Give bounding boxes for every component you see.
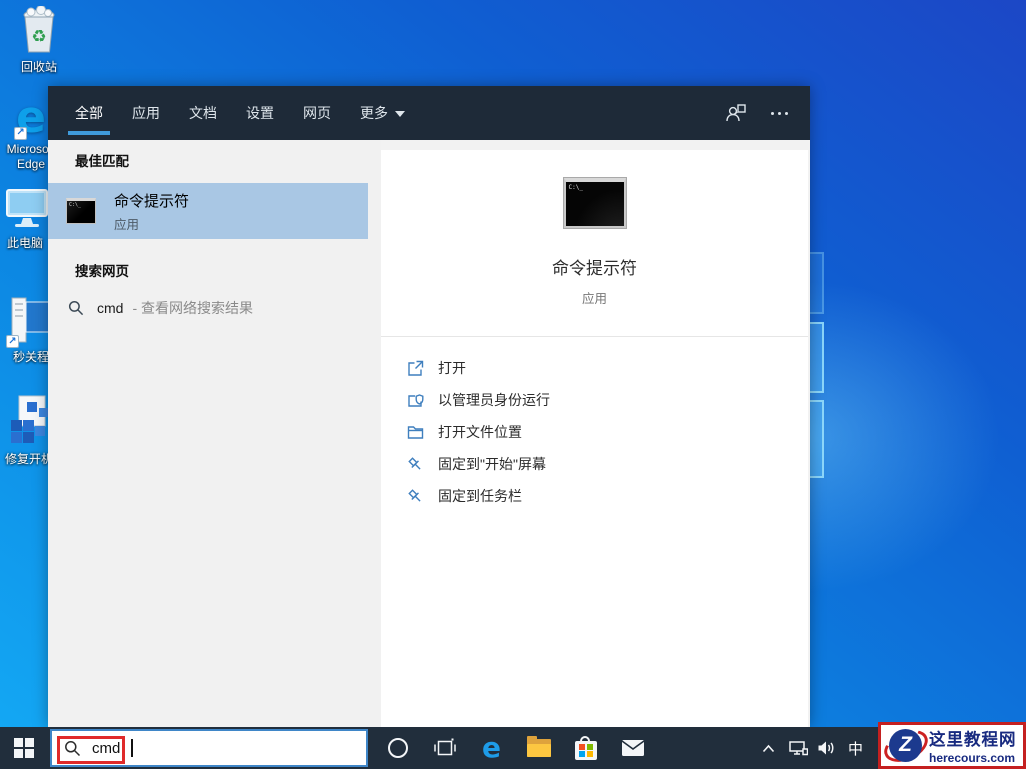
detail-subtitle: 应用 (381, 288, 808, 307)
taskbar-search-box[interactable]: cmd (50, 729, 368, 767)
cortana-button[interactable] (374, 727, 421, 769)
edge-logo-icon: e (482, 734, 501, 762)
cmd-terminal-icon-large: C:\_ (564, 178, 626, 228)
hidden-icons-chevron-icon[interactable] (754, 727, 783, 769)
cortana-icon (388, 738, 408, 758)
sign-in-options-icon[interactable] (725, 103, 747, 123)
mail-envelope-icon (621, 739, 645, 757)
desktop-icon-label: 修复开机 (5, 452, 53, 468)
tab-all[interactable]: 全部 (75, 86, 103, 140)
watermark-logo: Z (885, 726, 927, 766)
result-title: 命令提示符 (114, 190, 189, 211)
search-filter-bar: 全部 应用 文档 设置 网页 更多 (48, 86, 810, 140)
windows-logo-icon (14, 738, 34, 758)
search-results-list: 最佳匹配 C:\_ 命令提示符 应用 搜索网页 cmd - 查看网络搜索结果 (48, 140, 381, 727)
watermark-site-name: 这里教程网 (929, 726, 1017, 750)
shortcut-arrow-icon: ↗ (14, 127, 27, 140)
microsoft-store-button[interactable] (562, 727, 609, 769)
tab-label: 全部 (75, 103, 103, 123)
search-icon (68, 300, 84, 316)
web-search-result[interactable]: cmd - 查看网络搜索结果 (48, 293, 381, 323)
task-view-icon (434, 738, 456, 758)
watermark-site-url: herecours.com (929, 751, 1017, 765)
action-label: 打开文件位置 (438, 422, 522, 442)
action-label: 固定到"开始"屏幕 (438, 454, 546, 474)
shield-icon (407, 392, 424, 409)
computer-icon (0, 186, 51, 232)
search-input-value[interactable]: cmd (92, 740, 120, 757)
tab-documents[interactable]: 文档 (189, 86, 217, 140)
tab-label: 更多 (360, 103, 388, 123)
search-icon (64, 740, 81, 757)
watermark-letter: Z (889, 729, 922, 762)
context-actions: 打开 以管理员身份运行 (381, 352, 808, 512)
ime-indicator[interactable]: 中 (841, 727, 870, 769)
web-query-text: cmd (97, 300, 123, 316)
watermark-badge: Z 这里教程网 herecours.com (878, 722, 1026, 769)
action-label: 固定到任务栏 (438, 486, 522, 506)
action-open[interactable]: 打开 (407, 352, 808, 384)
web-hint-text: - 查看网络搜索结果 (132, 298, 253, 318)
network-icon[interactable] (783, 727, 812, 769)
tab-label: 文档 (189, 103, 217, 123)
tab-label: 网页 (303, 103, 331, 123)
svg-text:♻: ♻ (31, 27, 46, 47)
cmd-prompt-text: C:\_ (569, 184, 583, 191)
cubes-icon (5, 394, 53, 448)
store-bag-icon (575, 741, 597, 760)
tab-label: 应用 (132, 103, 160, 123)
chevron-down-icon (395, 111, 405, 117)
pin-icon (407, 488, 424, 505)
volume-icon[interactable] (812, 727, 841, 769)
cmd-terminal-icon: C:\_ (66, 198, 96, 224)
file-explorer-icon (527, 739, 551, 757)
tab-label: 设置 (246, 103, 274, 123)
launch-icon (407, 360, 424, 377)
desktop-icon-label: 此电脑 (7, 236, 43, 252)
web-search-heading: 搜索网页 (75, 260, 381, 280)
desktop-icon-label: 秒关程 (13, 350, 49, 366)
action-pin-to-taskbar[interactable]: 固定到任务栏 (407, 480, 808, 512)
mail-button[interactable] (609, 727, 656, 769)
tab-active-underline (68, 131, 110, 135)
tab-web[interactable]: 网页 (303, 86, 331, 140)
folder-icon (407, 424, 424, 441)
text-caret (131, 739, 133, 757)
edge-logo-icon: e ↗ (16, 98, 46, 138)
cmd-prompt-text: C:\_ (69, 202, 81, 208)
task-view-button[interactable] (421, 727, 468, 769)
tab-apps[interactable]: 应用 (132, 86, 160, 140)
divider (381, 336, 808, 337)
tab-more[interactable]: 更多 (360, 86, 405, 140)
edge-taskbar-button[interactable]: e (468, 727, 515, 769)
tab-settings[interactable]: 设置 (246, 86, 274, 140)
action-run-as-admin[interactable]: 以管理员身份运行 (407, 384, 808, 416)
best-match-heading: 最佳匹配 (75, 150, 381, 170)
result-detail-pane: C:\_ 命令提示符 应用 打开 (381, 140, 810, 727)
desktop-icon-recycle-bin[interactable]: ♻ 回收站 (8, 6, 70, 76)
result-command-prompt[interactable]: C:\_ 命令提示符 应用 (48, 183, 368, 239)
start-button[interactable] (0, 727, 48, 769)
action-label: 打开 (438, 358, 466, 378)
pin-icon (407, 456, 424, 473)
action-label: 以管理员身份运行 (438, 390, 550, 410)
more-options-icon[interactable] (771, 112, 788, 115)
recycle-bin-icon: ♻ (17, 6, 61, 56)
taskbar: cmd e (0, 727, 1026, 769)
search-flyout-panel: 全部 应用 文档 设置 网页 更多 (48, 86, 810, 727)
result-subtitle: 应用 (114, 214, 189, 233)
action-pin-to-start[interactable]: 固定到"开始"屏幕 (407, 448, 808, 480)
action-open-file-location[interactable]: 打开文件位置 (407, 416, 808, 448)
shortcut-arrow-icon: ↗ (6, 335, 19, 348)
detail-title: 命令提示符 (381, 254, 808, 279)
file-explorer-button[interactable] (515, 727, 562, 769)
desktop-icon-label: 回收站 (21, 60, 57, 76)
